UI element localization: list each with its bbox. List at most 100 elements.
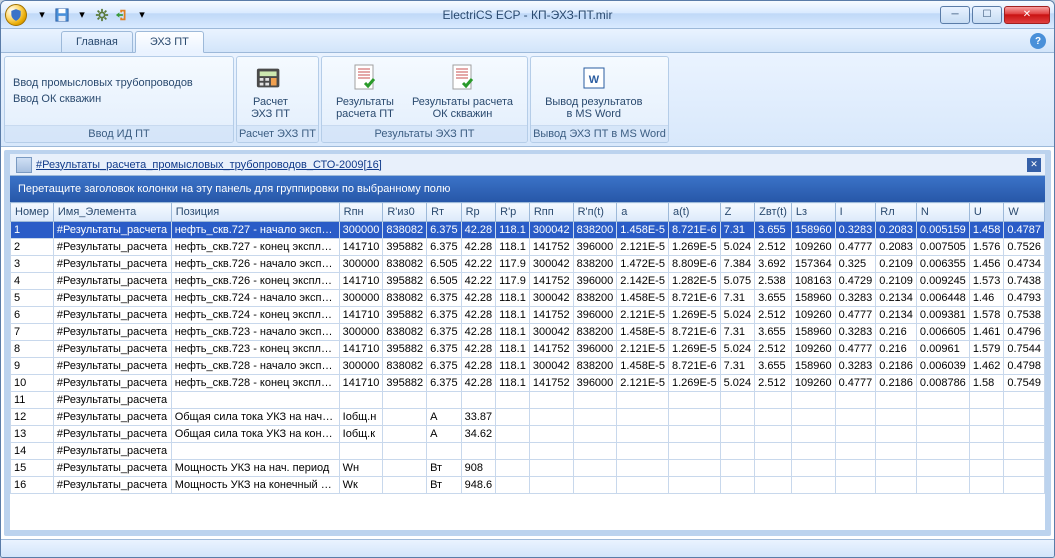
table-cell[interactable]: 42.28 [461,307,496,324]
table-row[interactable]: 2#Результаты_расчетанефть_скв.727 - коне… [11,239,1045,256]
table-cell[interactable]: 158960 [791,358,835,375]
table-row[interactable]: 15#Результаты_расчетаМощность УКЗ на нач… [11,460,1045,477]
table-cell[interactable]: Вт [427,477,462,494]
table-cell[interactable]: 7.31 [720,222,755,239]
table-cell[interactable]: 108163 [791,273,835,290]
table-cell[interactable]: 300042 [529,290,573,307]
column-header[interactable]: U [969,203,1004,222]
table-cell[interactable] [1004,392,1045,409]
table-cell[interactable]: 3.655 [755,290,792,307]
table-cell[interactable]: 6 [11,307,54,324]
table-cell[interactable]: 0.2134 [876,290,917,307]
table-cell[interactable]: 6.375 [427,222,462,239]
maximize-button[interactable]: ☐ [972,6,1002,24]
table-cell[interactable]: 1.269E-5 [668,239,720,256]
table-row[interactable]: 8#Результаты_расчетанефть_скв.723 - коне… [11,341,1045,358]
table-cell[interactable]: 396000 [573,273,617,290]
table-cell[interactable] [791,477,835,494]
table-cell[interactable]: 3.655 [755,222,792,239]
table-cell[interactable]: 141710 [339,273,383,290]
export-word-button[interactable]: W Вывод результатов в MS Word [539,60,648,122]
table-cell[interactable] [720,477,755,494]
table-cell[interactable]: 42.28 [461,239,496,256]
table-cell[interactable]: 8.721E-6 [668,358,720,375]
table-cell[interactable]: 11 [11,392,54,409]
table-cell[interactable]: 0.006039 [916,358,969,375]
table-cell[interactable]: 42.28 [461,341,496,358]
table-cell[interactable]: #Результаты_расчета [53,426,171,443]
table-row[interactable]: 1#Результаты_расчетанефть_скв.727 - нача… [11,222,1045,239]
close-button[interactable]: ✕ [1004,6,1050,24]
table-cell[interactable]: 0.325 [835,256,876,273]
table-cell[interactable]: 8 [11,341,54,358]
table-cell[interactable]: 838200 [573,222,617,239]
table-cell[interactable]: 1.456 [969,256,1004,273]
table-cell[interactable]: 8.721E-6 [668,324,720,341]
table-cell[interactable] [529,426,573,443]
table-cell[interactable] [339,392,383,409]
table-cell[interactable]: 34.62 [461,426,496,443]
table-cell[interactable]: нефть_скв.723 - начало эксплуатации [171,324,339,341]
table-cell[interactable]: 0.2186 [876,375,917,392]
table-cell[interactable]: 5.024 [720,375,755,392]
table-cell[interactable]: 42.28 [461,358,496,375]
table-cell[interactable] [668,460,720,477]
table-cell[interactable]: 141752 [529,341,573,358]
help-icon[interactable]: ? [1030,33,1046,49]
table-cell[interactable]: Wн [339,460,383,477]
table-cell[interactable] [876,392,917,409]
table-cell[interactable]: 118.1 [496,324,530,341]
table-cell[interactable]: 1 [11,222,54,239]
table-cell[interactable] [876,409,917,426]
table-cell[interactable]: 0.00961 [916,341,969,358]
table-cell[interactable]: 9 [11,358,54,375]
table-cell[interactable]: Вт [427,460,462,477]
column-header[interactable]: Имя_Элемента [53,203,171,222]
table-cell[interactable]: 7.384 [720,256,755,273]
qat-dropdown-icon[interactable]: ▾ [133,6,151,24]
table-cell[interactable] [969,392,1004,409]
table-cell[interactable] [617,460,669,477]
table-cell[interactable]: 5.024 [720,239,755,256]
table-cell[interactable]: 300000 [339,324,383,341]
column-header[interactable]: N [916,203,969,222]
table-cell[interactable]: 395882 [383,341,427,358]
column-header[interactable]: Z [720,203,755,222]
table-cell[interactable] [573,443,617,460]
table-cell[interactable] [916,443,969,460]
table-cell[interactable]: 3.692 [755,256,792,273]
table-cell[interactable]: 0.2109 [876,273,917,290]
table-cell[interactable]: 0.7538 [1004,307,1045,324]
app-orb[interactable] [5,4,27,26]
table-cell[interactable]: 6.505 [427,256,462,273]
table-row[interactable]: 14#Результаты_расчета [11,443,1045,460]
table-cell[interactable]: 0.009245 [916,273,969,290]
table-cell[interactable]: 0.3283 [835,290,876,307]
table-cell[interactable] [668,409,720,426]
table-cell[interactable]: #Результаты_расчета [53,307,171,324]
table-cell[interactable]: 42.22 [461,256,496,273]
table-cell[interactable]: 300042 [529,256,573,273]
table-cell[interactable]: 5.075 [720,273,755,290]
table-cell[interactable]: 1.458E-5 [617,222,669,239]
table-cell[interactable]: 0.7526 [1004,239,1045,256]
table-cell[interactable]: 141752 [529,307,573,324]
save-icon[interactable] [53,6,71,24]
table-cell[interactable]: 42.28 [461,324,496,341]
table-cell[interactable] [573,392,617,409]
table-cell[interactable]: #Результаты_расчета [53,256,171,273]
table-cell[interactable]: 8.721E-6 [668,222,720,239]
table-cell[interactable]: 0.3283 [835,324,876,341]
table-cell[interactable] [835,477,876,494]
column-header[interactable]: Rл [876,203,917,222]
link-input-wells[interactable]: Ввод ОК скважин [13,93,193,105]
table-cell[interactable]: 1.458 [969,222,1004,239]
table-cell[interactable]: 109260 [791,239,835,256]
table-cell[interactable] [720,460,755,477]
table-cell[interactable] [876,426,917,443]
table-cell[interactable] [835,460,876,477]
table-cell[interactable]: 396000 [573,341,617,358]
table-cell[interactable]: 0.4793 [1004,290,1045,307]
table-cell[interactable] [916,409,969,426]
results-wells-button[interactable]: Результаты расчета ОК скважин [406,60,519,122]
